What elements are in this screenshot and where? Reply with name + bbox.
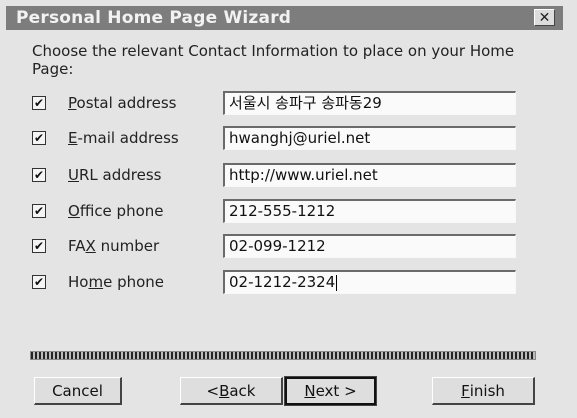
- postal-address-field[interactable]: 서울시 송파구 송파동29: [223, 91, 516, 115]
- email-address-checkbox[interactable]: ✔: [32, 131, 46, 145]
- home-phone-checkbox[interactable]: ✔: [32, 275, 46, 289]
- home-phone-field[interactable]: 02-1212-2324: [223, 270, 516, 294]
- office-phone-row: ✔ Office phone: [32, 199, 164, 223]
- checkmark-icon: ✔: [33, 204, 45, 218]
- office-phone-checkbox[interactable]: ✔: [32, 204, 46, 218]
- checkmark-icon: ✔: [33, 239, 45, 253]
- cancel-button[interactable]: Cancel: [34, 377, 122, 405]
- postal-address-checkbox[interactable]: ✔: [32, 96, 46, 110]
- postal-address-label: Postal address: [68, 94, 177, 112]
- progress-fill: [31, 352, 535, 359]
- home-phone-label: Home phone: [68, 273, 165, 291]
- office-phone-label: Office phone: [68, 202, 164, 220]
- fax-number-label: FAX number: [68, 237, 160, 255]
- close-icon: ✕: [538, 9, 551, 26]
- url-address-row: ✔ URL address: [32, 163, 161, 187]
- text-caret: [336, 274, 338, 291]
- wizard-progress-bar: [30, 351, 536, 360]
- url-address-checkbox[interactable]: ✔: [32, 168, 46, 182]
- email-address-row: ✔ E-mail address: [32, 126, 179, 150]
- next-button[interactable]: Next >: [284, 376, 377, 406]
- office-phone-field[interactable]: 212-555-1212: [223, 199, 516, 223]
- home-phone-row: ✔ Home phone: [32, 270, 164, 294]
- instructions-text: Choose the relevant Contact Information …: [32, 42, 515, 78]
- postal-address-row: ✔ Postal address: [32, 91, 176, 115]
- checkmark-icon: ✔: [33, 96, 45, 110]
- email-address-label: E-mail address: [68, 129, 179, 147]
- url-address-field[interactable]: http://www.uriel.net: [223, 163, 516, 187]
- checkmark-icon: ✔: [33, 131, 45, 145]
- checkmark-icon: ✔: [33, 275, 45, 289]
- fax-number-row: ✔ FAX number: [32, 234, 159, 258]
- finish-button[interactable]: Finish: [432, 377, 535, 405]
- window-title: Personal Home Page Wizard: [16, 8, 292, 28]
- fax-number-field[interactable]: 02-099-1212: [223, 234, 516, 258]
- email-address-field[interactable]: hwanghj@uriel.net: [223, 126, 516, 150]
- back-button[interactable]: < Back: [180, 377, 283, 405]
- checkmark-icon: ✔: [33, 168, 45, 182]
- fax-number-checkbox[interactable]: ✔: [32, 239, 46, 253]
- close-button[interactable]: ✕: [534, 9, 555, 26]
- url-address-label: URL address: [68, 166, 162, 184]
- title-bar: Personal Home Page Wizard ✕: [6, 6, 563, 30]
